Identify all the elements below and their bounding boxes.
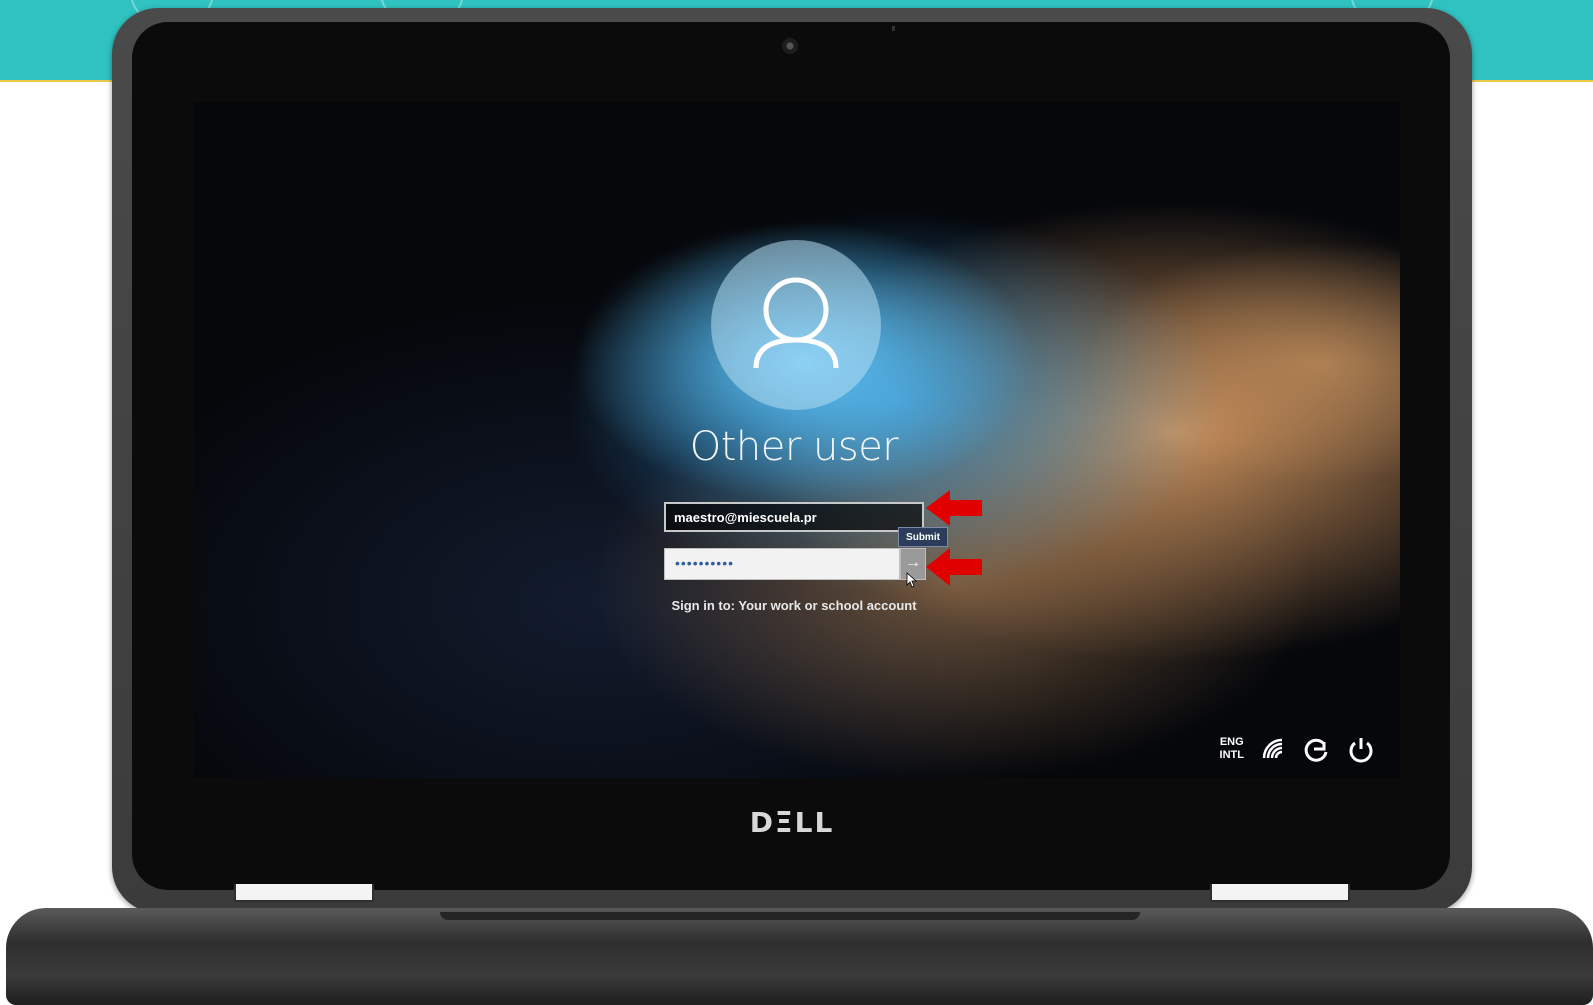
system-tray: ENG INTL	[1220, 734, 1376, 764]
annotation-arrow-icon	[926, 490, 982, 526]
user-avatar	[711, 240, 881, 410]
language-code: ENG	[1219, 736, 1244, 748]
brand-logo: DΞLL	[749, 806, 835, 839]
login-screen: Other user maestro@miescuela.pr Submit •…	[194, 102, 1400, 778]
light-sensor	[892, 26, 895, 31]
power-icon[interactable]	[1346, 734, 1376, 764]
language-switcher[interactable]: ENG INTL	[1220, 736, 1244, 762]
annotation-arrow-icon	[926, 548, 982, 586]
user-name: Other user	[689, 424, 899, 470]
sign-in-target: Sign in to: Your work or school account	[671, 598, 917, 613]
email-field[interactable]: maestro@miescuela.pr	[664, 502, 924, 532]
hinge-right	[1210, 884, 1350, 902]
hinge-left	[234, 884, 374, 902]
language-variant: INTL	[1219, 749, 1244, 761]
webcam	[782, 38, 798, 54]
laptop-base	[6, 908, 1593, 1005]
accessibility-icon[interactable]	[1302, 734, 1332, 764]
base-groove	[440, 912, 1140, 920]
submit-tooltip: Submit	[898, 527, 948, 547]
network-icon[interactable]	[1258, 734, 1288, 764]
password-field[interactable]: ••••••••••	[664, 548, 900, 580]
user-silhouette-icon	[753, 277, 839, 369]
mouse-cursor-icon	[906, 572, 918, 588]
